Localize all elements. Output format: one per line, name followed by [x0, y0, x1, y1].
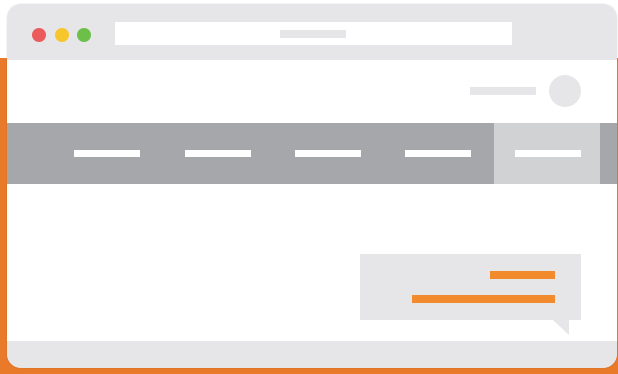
user-name-placeholder[interactable] [470, 87, 536, 95]
nav-item-label [185, 150, 251, 157]
minimize-icon[interactable] [55, 28, 69, 42]
tooltip-bubble [360, 254, 581, 320]
illustration-stage [0, 0, 618, 374]
tooltip-tail [553, 320, 569, 335]
tooltip-line-2 [412, 295, 555, 303]
nav-item-label [295, 150, 361, 157]
avatar-icon[interactable] [549, 75, 581, 107]
nav-item-3[interactable] [295, 123, 405, 184]
address-bar[interactable] [115, 22, 512, 45]
status-bar [7, 341, 617, 368]
nav-item-2[interactable] [185, 123, 295, 184]
browser-window [7, 4, 617, 368]
nav-item-5-active[interactable] [494, 123, 600, 184]
title-bar [7, 4, 617, 60]
maximize-icon[interactable] [77, 28, 91, 42]
nav-item-label [74, 150, 140, 157]
nav-item-label [515, 150, 581, 157]
nav-item-1[interactable] [74, 123, 184, 184]
address-text-placeholder [280, 30, 346, 38]
tooltip-line-1 [490, 271, 555, 279]
close-icon[interactable] [32, 28, 46, 42]
nav-item-label [405, 150, 471, 157]
navigation-bar [7, 123, 617, 184]
